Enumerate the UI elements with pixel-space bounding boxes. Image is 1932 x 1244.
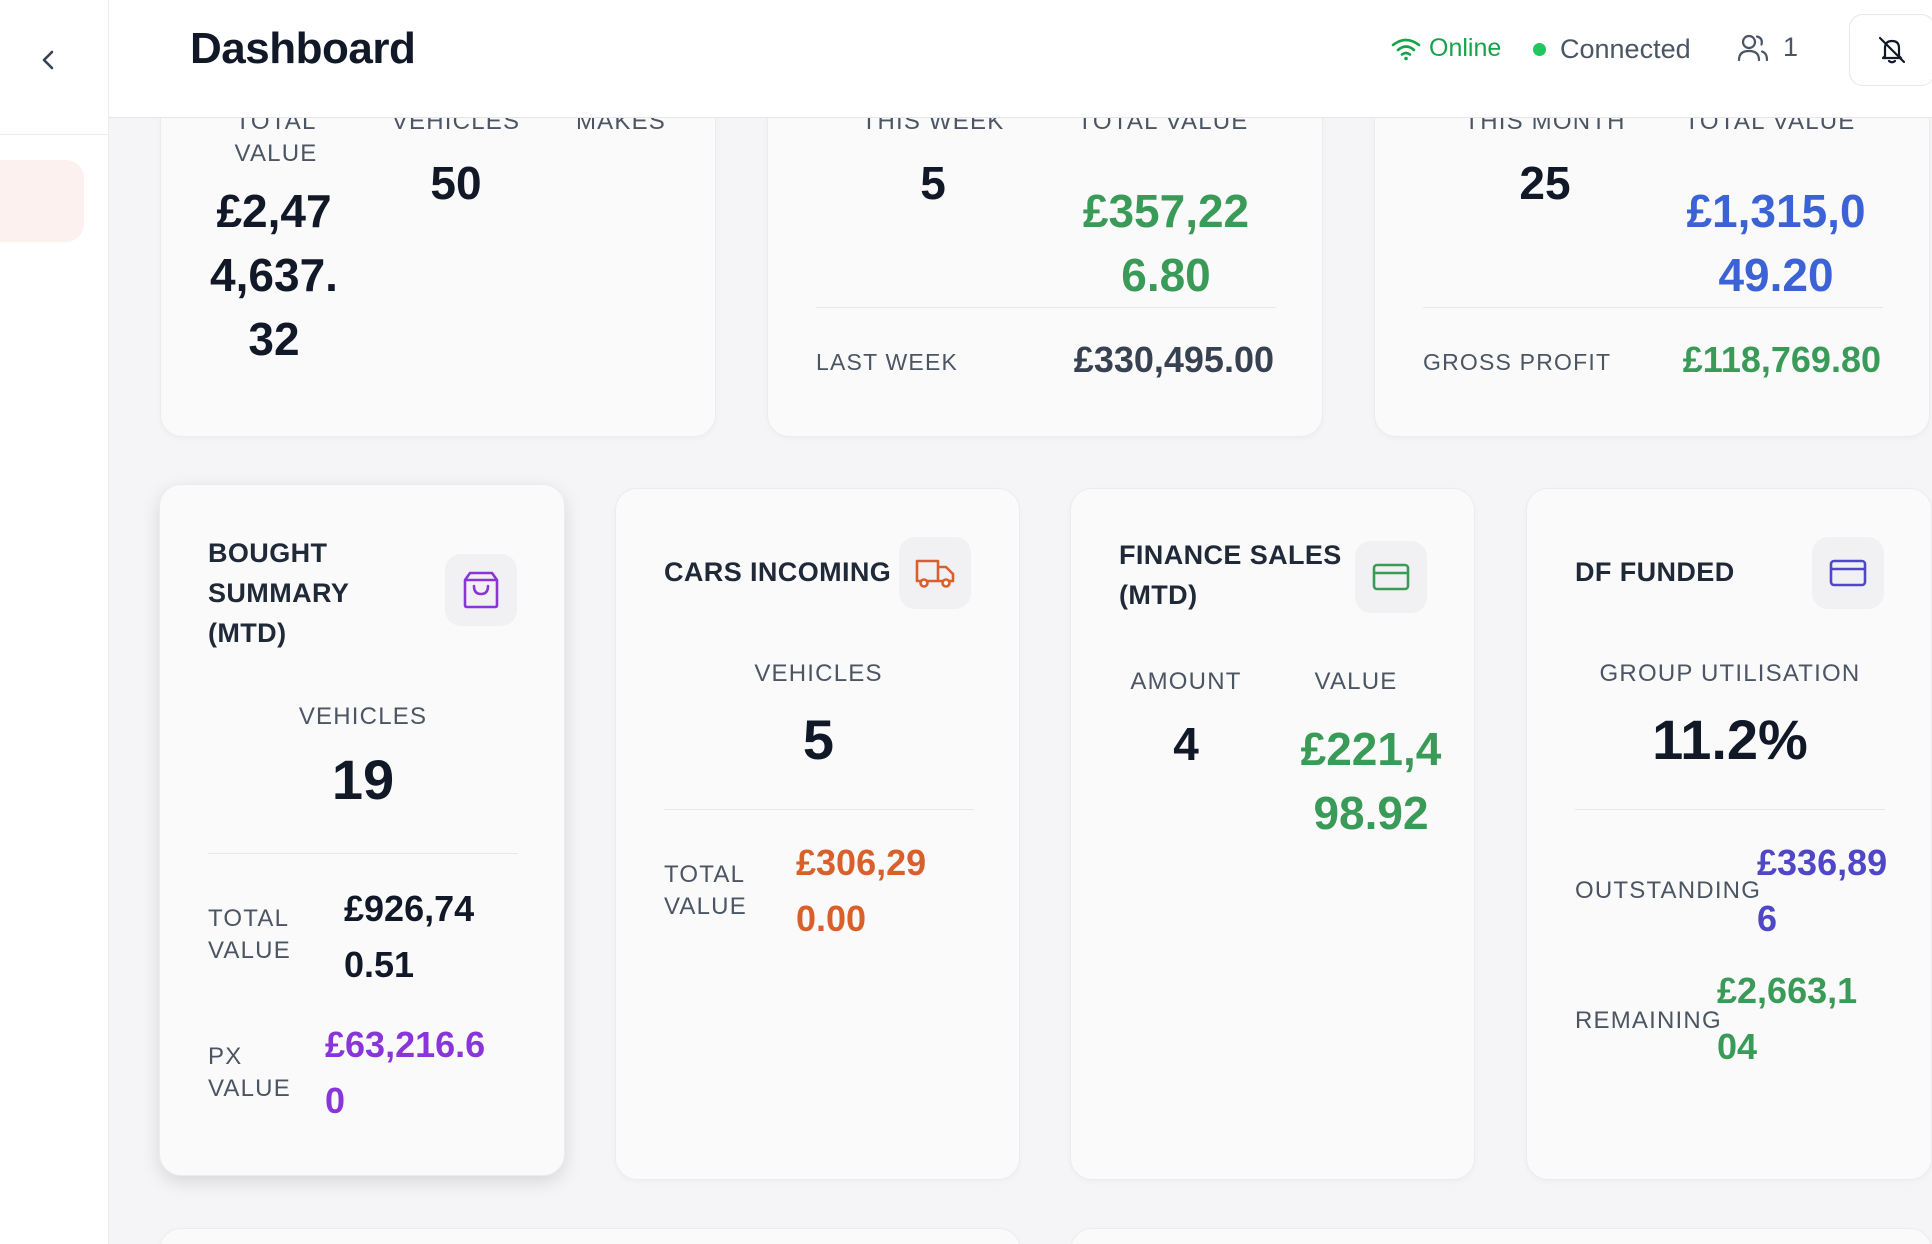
this-week-value: 5	[920, 157, 946, 209]
finance-value: £221,498.92	[1300, 723, 1442, 839]
bought-vehicles-value: 19	[331, 748, 395, 811]
chevron-left-icon	[42, 50, 54, 70]
vehicles-value: 50	[430, 157, 482, 209]
cars-incoming-icon-box	[899, 537, 971, 609]
sidebar-collapse-button[interactable]	[30, 42, 66, 78]
bottom-card-right	[1070, 1228, 1932, 1244]
bought-summary-title: BOUGHT SUMMARY (MTD)	[208, 538, 349, 648]
users-icon	[1737, 34, 1769, 61]
bought-summary-icon-box	[445, 554, 517, 626]
bought-vehicles-label: VEHICLES	[298, 703, 428, 730]
card-divider	[816, 307, 1276, 308]
incoming-total-value-label: TOTAL VALUE	[664, 861, 747, 920]
users-count-label: 1	[1783, 32, 1799, 62]
gross-profit-value: £118,769.80	[1682, 339, 1881, 380]
bottom-card-left	[159, 1228, 1021, 1244]
sidebar	[0, 0, 109, 1244]
card-divider	[1423, 307, 1883, 308]
credit-card-icon	[1372, 563, 1410, 591]
card-divider	[1575, 809, 1885, 810]
connected-label: Connected	[1560, 34, 1691, 64]
sidebar-item-active[interactable]	[0, 160, 84, 242]
amount-label: AMOUNT	[1130, 668, 1242, 695]
finance-sales-icon-box	[1355, 541, 1427, 613]
last-week-label: LAST WEEK	[816, 349, 959, 375]
wifi-icon	[1391, 38, 1421, 60]
connection-status: Connected	[1533, 34, 1691, 65]
online-status: Online	[1391, 34, 1501, 63]
top-header: Dashboard Online Connected 1	[109, 0, 1932, 118]
online-label: Online	[1429, 34, 1502, 62]
shopping-bag-icon	[463, 571, 499, 609]
credit-card-icon	[1829, 559, 1867, 587]
truck-icon	[915, 559, 955, 588]
finance-value-label: VALUE	[1314, 668, 1398, 695]
px-value: £63,216.60	[325, 1024, 486, 1121]
df-funded-icon-box	[1812, 537, 1884, 609]
group-utilisation-value: 11.2%	[1652, 708, 1808, 771]
finance-sales-card[interactable]: FINANCE SALES (MTD) AMOUNT 4 VALUE £221,…	[1070, 488, 1475, 1180]
connected-dot-icon	[1533, 43, 1546, 56]
outstanding-value: £336,896	[1757, 842, 1888, 939]
bought-total-value: £926,740.51	[344, 888, 475, 985]
week-total-value: £357,226.80	[1082, 185, 1250, 301]
total-value: £2,474,637.32	[210, 185, 338, 365]
incoming-vehicles-value: 5	[802, 708, 835, 771]
card-divider	[208, 853, 518, 854]
gross-profit-label: GROSS PROFIT	[1423, 349, 1612, 375]
incoming-vehicles-label: VEHICLES	[754, 660, 883, 687]
outstanding-label: OUTSTANDING	[1575, 877, 1762, 904]
last-week-value: £330,495.00	[1073, 339, 1274, 380]
amount-value: 4	[1173, 718, 1199, 770]
bought-summary-card[interactable]: BOUGHT SUMMARY (MTD) VEHICLES 19 TOTAL V…	[159, 484, 565, 1176]
remaining-value: £2,663,104	[1717, 970, 1858, 1067]
sidebar-divider	[0, 134, 109, 135]
remaining-label: REMAINING	[1575, 1007, 1722, 1034]
bell-off-icon	[1878, 36, 1906, 64]
page-title: Dashboard	[190, 24, 416, 73]
notifications-button[interactable]	[1849, 14, 1932, 86]
df-funded-title: DF FUNDED	[1575, 557, 1735, 587]
this-month-value: 25	[1519, 157, 1571, 209]
card-divider	[664, 809, 974, 810]
group-utilisation-label: GROUP UTILISATION	[1599, 660, 1861, 687]
cars-incoming-title: CARS INCOMING	[664, 557, 892, 587]
px-value-label: PX VALUE	[208, 1043, 291, 1102]
month-total-value: £1,315,049.20	[1686, 185, 1866, 301]
active-users[interactable]: 1	[1737, 32, 1798, 63]
finance-sales-title: FINANCE SALES (MTD)	[1119, 540, 1342, 610]
incoming-total-value: £306,290.00	[796, 842, 927, 939]
cars-incoming-card[interactable]: CARS INCOMING VEHICLES 5 TOTAL VALUE £30…	[615, 488, 1020, 1180]
df-funded-card[interactable]: DF FUNDED GROUP UTILISATION 11.2% OUTSTA…	[1526, 488, 1932, 1180]
bought-total-value-label: TOTAL VALUE	[208, 905, 291, 964]
